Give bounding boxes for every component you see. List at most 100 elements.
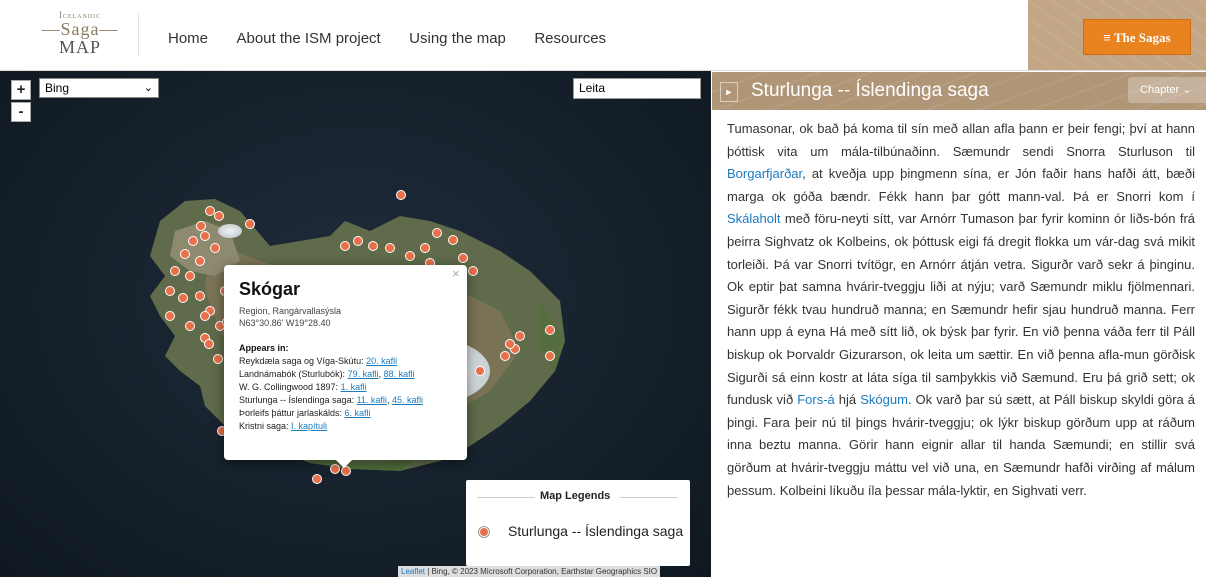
popup-appears-label: Appears in: xyxy=(239,343,289,353)
map-marker[interactable] xyxy=(214,211,224,221)
map-marker[interactable] xyxy=(545,351,555,361)
popup-source-name: Landnámabók (Sturlubók): xyxy=(239,369,348,379)
map-marker[interactable] xyxy=(200,311,210,321)
chapter-link[interactable]: 88. kafli xyxy=(384,369,415,379)
map-layer-select[interactable]: Bing ⌄ xyxy=(39,78,159,98)
popup-source-line: Kristni saga: I. kapítuli xyxy=(239,421,327,431)
leaflet-link[interactable]: Leaflet xyxy=(401,567,425,576)
legend-rule xyxy=(620,497,678,498)
map-search-input[interactable]: Leita xyxy=(573,78,701,99)
chapter-dropdown[interactable]: Chapter ⌄ xyxy=(1128,77,1206,103)
legend-marker-icon xyxy=(479,527,489,537)
popup-coordinates: N63°30.86' W19°28.40 xyxy=(239,318,331,328)
sagas-menu-button[interactable]: ≡ The Sagas xyxy=(1083,19,1191,55)
site-logo[interactable]: Icelandic —Saga— MAP xyxy=(30,6,130,64)
site-header: Icelandic —Saga— MAP Home About the ISM … xyxy=(0,0,1206,71)
popup-source-name: W. G. Collingwood 1897: xyxy=(239,382,341,392)
panel-toggle-button[interactable]: ► xyxy=(720,82,738,102)
chapter-link[interactable]: 1. kafli xyxy=(341,382,367,392)
map-marker[interactable] xyxy=(180,249,190,259)
close-icon[interactable]: × xyxy=(452,266,460,281)
place-link[interactable]: Fors-á xyxy=(797,392,835,407)
map-marker[interactable] xyxy=(165,311,175,321)
main-nav: Home About the ISM project Using the map… xyxy=(168,30,630,48)
legend-title: Map Legends xyxy=(540,490,611,502)
popup-title: Skógar xyxy=(239,279,301,299)
legend-rule xyxy=(477,497,535,498)
map-marker[interactable] xyxy=(468,266,478,276)
nav-about[interactable]: About the ISM project xyxy=(236,30,380,47)
nav-using-map[interactable]: Using the map xyxy=(409,30,506,47)
map-attribution: Leaflet | Bing, © 2023 Microsoft Corpora… xyxy=(398,566,661,577)
map-marker[interactable] xyxy=(185,271,195,281)
map-marker[interactable] xyxy=(178,293,188,303)
map-marker[interactable] xyxy=(196,221,206,231)
popup-source-line: Sturlunga -- Íslendinga saga: 11. kafli,… xyxy=(239,395,423,405)
map-marker[interactable] xyxy=(500,351,510,361)
map-marker[interactable] xyxy=(210,243,220,253)
map-marker[interactable] xyxy=(420,243,430,253)
popup-source-name: Þorleifs þáttur jarlaskálds: xyxy=(239,408,345,418)
popup-source-name: Reykdæla saga og Víga-Skútu: xyxy=(239,356,367,366)
map-marker[interactable] xyxy=(396,190,406,200)
map-marker[interactable] xyxy=(312,474,322,484)
map-marker[interactable] xyxy=(458,253,468,263)
map-marker[interactable] xyxy=(505,339,515,349)
map-layer-value: Bing xyxy=(45,81,70,95)
popup-source-name: Kristni saga: xyxy=(239,421,292,431)
map-marker[interactable] xyxy=(448,235,458,245)
nav-resources[interactable]: Resources xyxy=(534,30,606,47)
chapter-link[interactable]: 11. kafli xyxy=(357,395,387,405)
caret-right-icon: ► xyxy=(724,87,734,97)
map-marker[interactable] xyxy=(515,331,525,341)
map-marker[interactable] xyxy=(188,236,198,246)
place-link[interactable]: Skógum xyxy=(860,392,908,407)
map-marker[interactable] xyxy=(340,241,350,251)
popup-source-line: Reykdæla saga og Víga-Skútu: 20. kafli xyxy=(239,356,397,366)
popup-source-name: Sturlunga -- Íslendinga saga: xyxy=(239,395,357,405)
popup-source-line: W. G. Collingwood 1897: 1. kafli xyxy=(239,382,367,392)
chapter-link[interactable]: I. kapítuli xyxy=(291,421,327,431)
logo-line-3: MAP xyxy=(58,37,101,57)
zoom-out-button[interactable]: - xyxy=(11,102,31,122)
text-segment: hjá xyxy=(834,392,861,408)
text-segment: . Ok varð þar sú sætt, at Páll biskup sk… xyxy=(727,392,1196,498)
map-marker[interactable] xyxy=(405,251,415,261)
chevron-down-icon: ⌄ xyxy=(1182,84,1192,96)
map-marker[interactable] xyxy=(185,321,195,331)
map-marker[interactable] xyxy=(475,366,485,376)
popup-region: Region, Rangárvallasýsla xyxy=(239,306,342,316)
text-segment: Tumasonar, ok bað þá koma til sín með al… xyxy=(727,121,1195,159)
map-marker[interactable] xyxy=(204,339,214,349)
popup-tip xyxy=(334,458,354,468)
chevron-down-icon: ⌄ xyxy=(143,82,153,94)
chapter-link[interactable]: 45. kafli xyxy=(392,395,423,405)
place-link[interactable]: Skálaholt xyxy=(727,211,780,226)
zoom-in-button[interactable]: + xyxy=(11,80,31,100)
place-link[interactable]: Borgarfjarðar xyxy=(727,166,802,181)
map-marker[interactable] xyxy=(200,231,210,241)
logo-line-2: —Saga— xyxy=(41,19,119,39)
chapter-label: Chapter xyxy=(1140,84,1180,96)
map-marker[interactable] xyxy=(353,236,363,246)
chapter-link[interactable]: 20. kafli xyxy=(366,356,397,366)
nav-home[interactable]: Home xyxy=(168,30,208,47)
map-marker[interactable] xyxy=(368,241,378,251)
saga-title: Sturlunga -- Íslendinga saga xyxy=(751,80,989,101)
map-marker[interactable] xyxy=(195,256,205,266)
map-marker[interactable] xyxy=(170,266,180,276)
text-segment: með föru-neyti sítt, var Arnórr Tumason … xyxy=(727,211,1195,408)
map-marker[interactable] xyxy=(213,354,223,364)
map-marker[interactable] xyxy=(245,219,255,229)
map-marker[interactable] xyxy=(545,325,555,335)
attribution-text: | Bing, © 2023 Microsoft Corporation, Ea… xyxy=(425,567,658,576)
map-marker[interactable] xyxy=(432,228,442,238)
chapter-link[interactable]: 79. kafli xyxy=(348,369,379,379)
map-marker[interactable] xyxy=(165,286,175,296)
popup-source-line: Landnámabók (Sturlubók): 79. kafli, 88. … xyxy=(239,369,415,379)
chapter-link[interactable]: 6. kafli xyxy=(345,408,371,418)
map-marker[interactable] xyxy=(385,243,395,253)
popup-source-line: Þorleifs þáttur jarlaskálds: 6. kafli xyxy=(239,408,371,418)
map-marker[interactable] xyxy=(195,291,205,301)
header-divider xyxy=(138,14,139,56)
